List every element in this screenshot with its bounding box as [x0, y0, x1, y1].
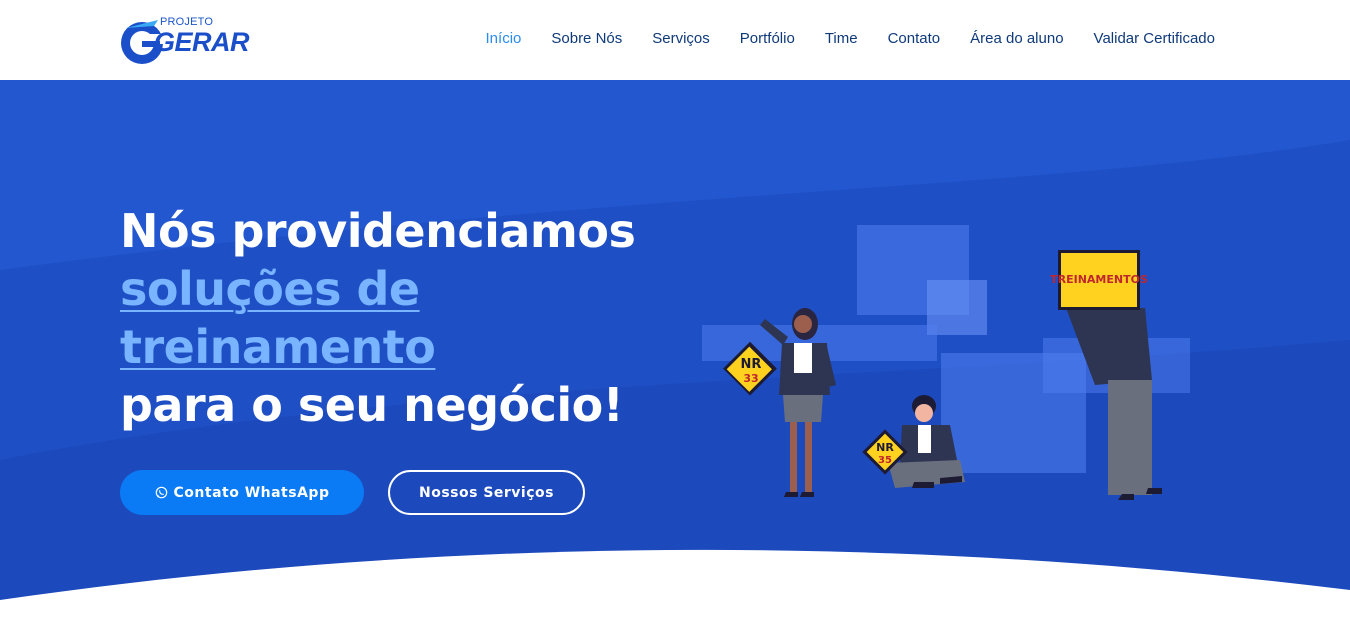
nav-sobre-nos[interactable]: Sobre Nós [551, 30, 622, 47]
nr35-number: 35 [878, 455, 892, 466]
training-illustration: NR 33 NR 35 TREINAMENTOS [702, 225, 1190, 500]
whatsapp-button-label: Contato WhatsApp [173, 484, 330, 501]
nav-portfolio[interactable]: Portfólio [740, 30, 795, 47]
main-nav: Início Sobre Nós Serviços Portfólio Time… [456, 30, 1215, 47]
nr33-number: 33 [743, 372, 758, 385]
headline-line-1: Nós providenciamos [120, 204, 636, 258]
nr35-label: NR [876, 441, 894, 454]
nav-inicio[interactable]: Início [486, 30, 522, 47]
board-label: TREINAMENTOS [1050, 273, 1148, 286]
whatsapp-icon [155, 486, 167, 499]
services-button-label: Nossos Serviços [419, 484, 554, 501]
headline-accent-1: soluções de [120, 262, 420, 316]
hero-headline: Nós providenciamos soluções de treinamen… [120, 202, 720, 434]
training-board: TREINAMENTOS [1050, 250, 1148, 310]
whatsapp-contact-button[interactable]: Contato WhatsApp [120, 470, 364, 515]
brand-logo[interactable]: PROJETO GERAR [118, 14, 250, 68]
nr33-label: NR [741, 357, 762, 372]
nav-contato[interactable]: Contato [888, 30, 941, 47]
nav-validar-certificado[interactable]: Validar Certificado [1094, 30, 1215, 47]
headline-line-4: para o seu negócio! [120, 378, 624, 432]
logo-big-text: GERAR [154, 27, 250, 57]
services-button[interactable]: Nossos Serviços [388, 470, 585, 515]
site-header: PROJETO GERAR Início Sobre Nós Serviços … [0, 0, 1350, 80]
nav-area-do-aluno[interactable]: Área do aluno [970, 30, 1063, 47]
hero-section: Nós providenciamos soluções de treinamen… [0, 80, 1350, 640]
nav-servicos[interactable]: Serviços [652, 30, 710, 47]
nav-time[interactable]: Time [825, 30, 858, 47]
headline-accent-2: treinamento [120, 320, 436, 374]
